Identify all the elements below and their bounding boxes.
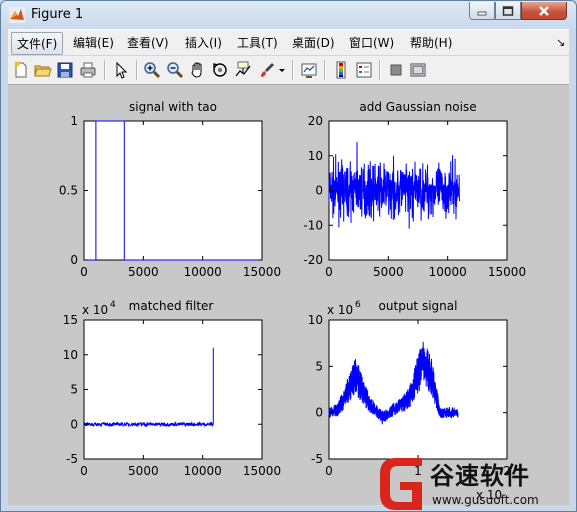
axes-title: output signal — [379, 299, 458, 313]
maximize-icon — [502, 5, 514, 16]
toolbar-separator — [136, 60, 138, 80]
figure-toolbar — [8, 55, 569, 85]
y-exponent-value: 6 — [355, 300, 361, 310]
menu-desktop[interactable]: 桌面(D) — [292, 34, 335, 51]
y-tick-label: -10 — [303, 218, 323, 232]
watermark-logo: 谷速软件 www.gusuoft.com — [378, 456, 577, 512]
watermark-brand: 谷速软件 — [430, 462, 530, 490]
axes-title: add Gaussian noise — [359, 100, 476, 114]
zoom-out-icon[interactable] — [166, 61, 184, 79]
y-tick-label: -5 — [66, 452, 78, 466]
toolbar-separator — [324, 60, 326, 80]
close-icon — [539, 5, 549, 16]
y-tick-label: 0 — [315, 406, 323, 420]
hide-plot-tools-icon[interactable] — [387, 61, 405, 79]
x-tick-label: 15000 — [243, 464, 281, 478]
minimize-icon — [477, 11, 487, 15]
link-plot-icon[interactable] — [300, 61, 318, 79]
x-tick-label: 15000 — [488, 265, 526, 279]
axes-box — [83, 319, 263, 460]
axes-add-gaussian-noise[interactable]: add Gaussian noise 0 5000 10000 15000 -20 -10… — [303, 100, 526, 279]
y-tick-label: 10 — [308, 149, 323, 163]
x-tick-label: 0 — [80, 464, 88, 478]
x-tick-label: 0 — [325, 464, 333, 478]
new-figure-icon[interactable] — [12, 61, 30, 79]
x-tick-label: 5000 — [373, 265, 404, 279]
y-tick-label: 5 — [70, 383, 78, 397]
axes-box — [83, 120, 263, 261]
figure-canvas: signal with tao 0 5000 10000 15000 0 0.5 1 add… — [8, 85, 569, 505]
toolbar-separator — [104, 60, 106, 80]
y-tick-label: 0.5 — [59, 184, 78, 198]
x-tick-label: 15000 — [243, 265, 281, 279]
y-tick-label: -20 — [303, 253, 323, 267]
menu-insert[interactable]: 插入(I) — [185, 34, 222, 51]
minimize-button[interactable] — [469, 2, 495, 20]
axes-title: matched filter — [129, 299, 214, 313]
menu-help[interactable]: 帮助(H) — [410, 34, 452, 51]
show-plot-tools-icon[interactable] — [409, 61, 427, 79]
menu-edit[interactable]: 编辑(E) — [73, 34, 114, 51]
y-exponent-label: x 10 — [82, 303, 108, 317]
menu-file[interactable]: 文件(F) — [11, 32, 64, 55]
window-title: Figure 1 — [31, 7, 84, 22]
y-tick-label: 10 — [308, 313, 323, 327]
y-tick-label: 0 — [315, 184, 323, 198]
plots-area: signal with tao 0 5000 10000 1500000.51 add… — [59, 100, 526, 502]
x-tick-label: 5000 — [128, 265, 159, 279]
gusuoft-logo-icon — [380, 458, 422, 510]
figure-window: Figure 1 文件(F) 编辑(E) 查看(V) 插入(I) 工具(T) 桌… — [0, 0, 577, 512]
y-tick-label: 0 — [70, 417, 78, 431]
y-tick-label: 20 — [308, 114, 323, 128]
menubar-overflow-icon[interactable]: ↘ — [556, 36, 565, 49]
toolbar-separator — [379, 60, 381, 80]
axes-matched-filter[interactable]: matched filter x 10 4 0 5000 10000 15000-50… — [63, 299, 281, 478]
close-button[interactable] — [521, 2, 567, 20]
y-exponent-label: x 10 — [327, 303, 353, 317]
menu-view[interactable]: 查看(V) — [127, 34, 169, 51]
y-tick-label: 10 — [63, 348, 78, 362]
brush-dropdown-icon[interactable] — [277, 61, 287, 79]
x-tick-label: 0 — [325, 265, 333, 279]
title-bar[interactable]: Figure 1 — [1, 1, 576, 29]
y-tick-label: 1 — [70, 114, 78, 128]
brush-icon[interactable] — [258, 61, 276, 79]
matlab-figure-icon — [9, 7, 25, 23]
x-tick-label: 5000 — [128, 464, 159, 478]
axes-signal-with-tao[interactable]: signal with tao 0 5000 10000 15000 0 0.5 1 — [59, 100, 281, 279]
menu-tools[interactable]: 工具(T) — [237, 34, 278, 51]
zoom-in-icon[interactable] — [143, 61, 161, 79]
y-tick-label: 5 — [315, 359, 323, 373]
watermark-url: www.gusuoft.com — [432, 493, 539, 507]
y-tick-label: 15 — [63, 313, 78, 327]
x-tick-label: 10000 — [184, 265, 222, 279]
insert-legend-icon[interactable] — [355, 61, 373, 79]
y-tick-label: 0 — [70, 253, 78, 267]
y-tick-label: -5 — [311, 452, 323, 466]
toolbar-separator — [292, 60, 294, 80]
x-tick-label: 0 — [80, 265, 88, 279]
x-tick-label: 10000 — [429, 265, 467, 279]
rotate-3d-icon[interactable] — [211, 61, 229, 79]
maximize-button[interactable] — [495, 2, 521, 20]
print-icon[interactable] — [79, 61, 97, 79]
pan-hand-icon[interactable] — [189, 61, 207, 79]
open-file-icon[interactable] — [34, 61, 52, 79]
edit-plot-arrow-icon[interactable] — [112, 61, 130, 79]
save-icon[interactable] — [56, 61, 74, 79]
menu-bar: 文件(F) 编辑(E) 查看(V) 插入(I) 工具(T) 桌面(D) 窗口(W… — [8, 29, 569, 55]
insert-colorbar-icon[interactable] — [332, 61, 350, 79]
data-cursor-icon[interactable] — [234, 61, 252, 79]
x-tick-label: 10000 — [184, 464, 222, 478]
y-exponent-value: 4 — [110, 300, 116, 310]
axes-title: signal with tao — [129, 100, 217, 114]
menu-window[interactable]: 窗口(W) — [349, 34, 394, 51]
